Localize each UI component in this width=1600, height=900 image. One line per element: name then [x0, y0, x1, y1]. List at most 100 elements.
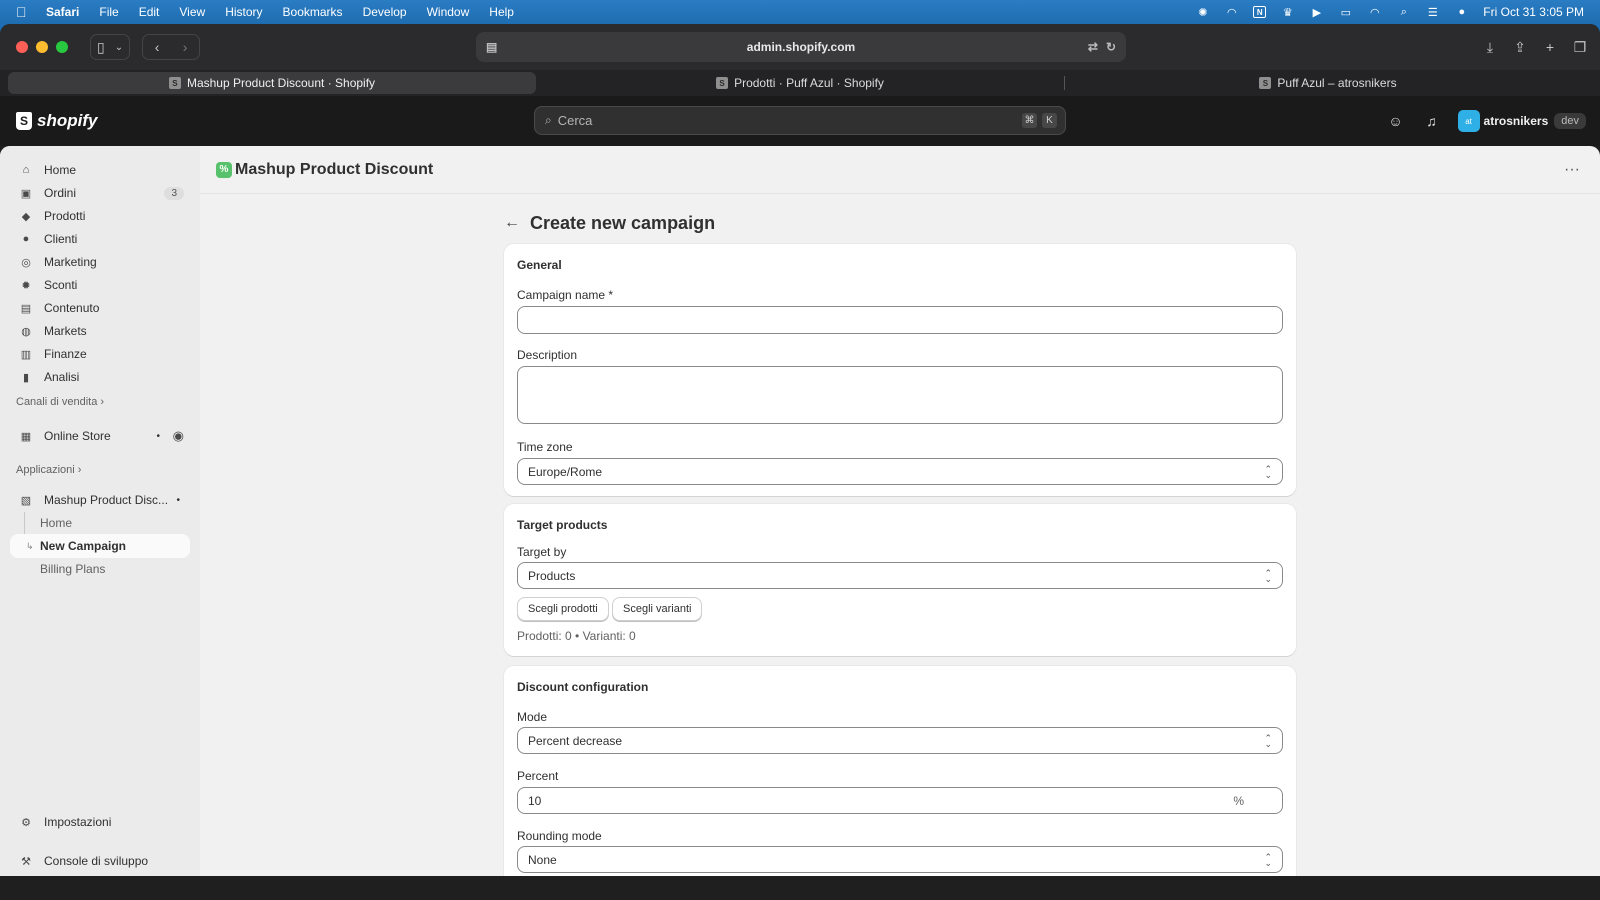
search-input[interactable]: ⌕ Cerca ⌘ K — [534, 106, 1066, 135]
sidebar-item-home[interactable]: ⌂ Home — [10, 158, 190, 182]
menu-view[interactable]: View — [179, 5, 205, 19]
sidebar-item-app-home[interactable]: Home — [10, 511, 190, 535]
campaign-name-input[interactable] — [517, 306, 1283, 334]
shopify-favicon-icon: S — [716, 77, 729, 89]
sales-channels-header[interactable]: Canali di vendita › — [16, 396, 104, 408]
store-name[interactable]: atrosnikers — [1484, 114, 1549, 128]
person-icon: ● — [22, 233, 30, 245]
tree-arrow-icon: ↳ — [26, 540, 34, 551]
reload-icon[interactable]: ↻ — [1106, 40, 1116, 54]
sidebar-item-markets[interactable]: ◍ Markets — [10, 319, 190, 343]
address-bar[interactable]: ▤ admin.shopify.com ⇄ ↻ — [476, 32, 1126, 62]
sidebar-item-analytics[interactable]: ▮ Analisi — [10, 365, 190, 389]
sidebar-icon[interactable]: ▯ — [97, 34, 105, 60]
tab-prodotti[interactable]: S Prodotti · Puff Azul · Shopify — [536, 72, 1064, 94]
sidebar-item-billing-plans[interactable]: Billing Plans — [10, 557, 190, 581]
downloads-icon[interactable]: ⤓ — [1482, 34, 1498, 60]
more-actions-icon[interactable]: ··· — [1564, 161, 1580, 179]
app-title-bar: % Mashup Product Discount ··· — [200, 146, 1600, 194]
rounding-select[interactable]: None ⌃ ⌄ — [517, 846, 1283, 873]
page-menu-icon[interactable]: ▤ — [486, 40, 497, 54]
zoom-window-button[interactable] — [56, 41, 68, 53]
sidebar-item-customers[interactable]: ● Clienti — [10, 227, 190, 251]
back-icon[interactable]: ‹ — [143, 34, 171, 60]
menu-clock[interactable]: Fri Oct 31 3:05 PM — [1483, 5, 1584, 19]
percent-input[interactable]: 10 % — [517, 787, 1283, 814]
apps-header[interactable]: Applicazioni › — [16, 464, 81, 476]
sales-channels-label: Canali di vendita — [16, 396, 98, 408]
menu-safari[interactable]: Safari — [46, 5, 79, 19]
tab-overview-icon[interactable]: ❐ — [1572, 34, 1588, 60]
select-chevron-icon: ⌃ ⌄ — [1264, 732, 1272, 749]
sidebar-item-dev-console[interactable]: ⚒ Console di sviluppo — [10, 849, 190, 873]
play-icon[interactable]: ▶ — [1309, 6, 1324, 19]
sidebar-item-marketing[interactable]: ◎ Marketing — [10, 250, 190, 274]
sidebar-item-online-store[interactable]: ▦ Online Store • ◉ — [10, 424, 190, 448]
new-tab-icon[interactable]: + — [1542, 34, 1558, 60]
battery-icon[interactable]: ▭ — [1338, 6, 1353, 19]
tag-icon: ◆ — [21, 210, 31, 223]
tab-label: Puff Azul – atrosnikers — [1277, 76, 1397, 90]
rounding-label: Rounding mode — [517, 829, 602, 843]
notion-icon[interactable]: N — [1253, 6, 1267, 18]
menu-help[interactable]: Help — [489, 5, 514, 19]
description-textarea[interactable] — [517, 366, 1283, 424]
control-center-icon[interactable]: ☰ — [1425, 6, 1440, 19]
tab-puff-azul[interactable]: S Puff Azul – atrosnikers — [1064, 72, 1592, 94]
sidebar-item-products[interactable]: ◆ Prodotti — [10, 204, 190, 228]
choose-variants-button[interactable]: Scegli varianti — [612, 597, 703, 621]
env-badge: dev — [1554, 113, 1586, 129]
sidebar-item-label: Prodotti — [44, 209, 86, 223]
extension-icon[interactable]: ♛ — [1280, 6, 1295, 19]
choose-products-button[interactable]: Scegli prodotti — [517, 597, 609, 621]
sidebar-item-finance[interactable]: ▥ Finanze — [10, 342, 190, 366]
sidebar-item-app[interactable]: ▧ Mashup Product Disc... • — [10, 488, 190, 512]
target-by-select[interactable]: Products ⌃ ⌄ — [517, 562, 1283, 589]
sidebar-item-label: Home — [44, 163, 77, 177]
mode-select[interactable]: Percent decrease ⌃ ⌄ — [517, 727, 1283, 754]
sidebar-item-discounts[interactable]: ✹ Sconti — [10, 273, 190, 297]
menu-edit[interactable]: Edit — [139, 5, 160, 19]
menu-window[interactable]: Window — [427, 5, 470, 19]
menu-develop[interactable]: Develop — [363, 5, 407, 19]
eye-icon[interactable]: ◉ — [173, 428, 184, 444]
minimize-window-button[interactable] — [36, 41, 48, 53]
chevron-down-icon[interactable]: ⌄ — [115, 34, 123, 60]
tab-mashup-discount[interactable]: S Mashup Product Discount · Shopify — [8, 72, 536, 94]
sidebar-item-new-campaign[interactable]: ↳ New Campaign — [10, 534, 190, 558]
back-arrow-icon[interactable]: ← — [504, 214, 520, 232]
timezone-select[interactable]: Europe/Rome ⌃ ⌄ — [517, 458, 1283, 485]
app-title: Mashup Product Discount — [235, 160, 434, 178]
shopify-logo[interactable]: S shopify — [16, 111, 97, 131]
pin-dot-icon[interactable]: • — [176, 495, 180, 506]
address-text[interactable]: admin.shopify.com — [747, 40, 855, 54]
globe-icon: ◍ — [21, 325, 31, 338]
sidekick-icon[interactable]: ☺ — [1386, 113, 1406, 129]
menu-history[interactable]: History — [225, 5, 262, 19]
target-by-value: Products — [528, 568, 576, 583]
wrench-icon: ⚒ — [21, 855, 31, 868]
target-by-label: Target by — [517, 545, 567, 559]
share-icon[interactable]: ⇪ — [1512, 34, 1528, 60]
menu-file[interactable]: File — [99, 5, 118, 19]
apple-icon[interactable]:  — [16, 4, 32, 20]
app-icon: ▧ — [20, 494, 32, 507]
spotlight-icon[interactable]: ⌕ — [1396, 6, 1411, 18]
sidebar-item-label: Impostazioni — [44, 815, 112, 829]
menu-bookmarks[interactable]: Bookmarks — [283, 5, 343, 19]
siri-icon[interactable]: ● — [1454, 6, 1469, 18]
translate-icon[interactable]: ⇄ — [1088, 40, 1098, 54]
sidebar: ⌂ Home ▣ Ordini 3 ◆ Prodotti ● Clienti ◎ Mark… — [0, 146, 200, 876]
bell-icon[interactable]: ♫ — [1422, 113, 1442, 129]
sidebar-item-content[interactable]: ▤ Contenuto — [10, 296, 190, 320]
headphones-icon[interactable]: ◠ — [1224, 6, 1239, 19]
sidebar-toggle-group[interactable]: ▯ ⌄ — [90, 34, 131, 60]
wifi-icon[interactable]: ◠ — [1367, 6, 1382, 19]
avatar[interactable]: at — [1457, 110, 1480, 132]
sidebar-item-settings[interactable]: ⚙ Impostazioni — [10, 810, 190, 834]
openai-icon[interactable]: ✺ — [1195, 6, 1210, 19]
sidebar-item-orders[interactable]: ▣ Ordini 3 — [10, 181, 190, 205]
content-icon: ▤ — [20, 302, 32, 315]
forward-icon[interactable]: › — [171, 34, 199, 60]
close-window-button[interactable] — [16, 41, 28, 53]
